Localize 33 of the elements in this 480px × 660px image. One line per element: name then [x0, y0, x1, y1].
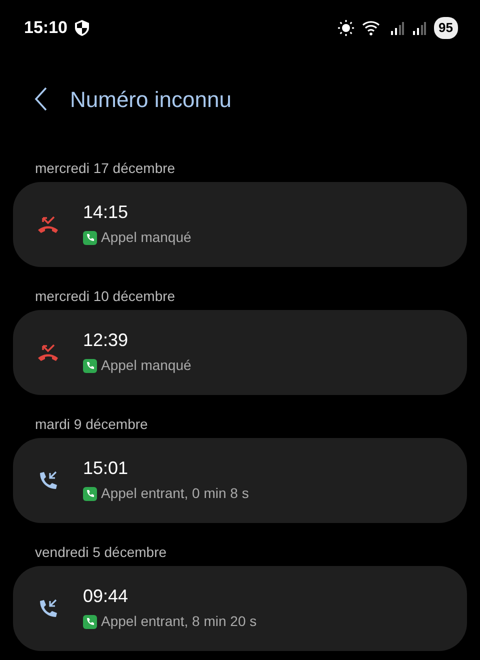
- call-detail: Appel entrant, 0 min 8 s: [101, 484, 249, 503]
- incoming-call-icon: [37, 470, 59, 492]
- shield-icon: [75, 20, 90, 36]
- call-card[interactable]: 12:39 Appel manqué: [13, 310, 467, 395]
- call-time: 14:15: [83, 201, 130, 223]
- missed-call-icon: [37, 214, 59, 234]
- phone-app-icon: [83, 614, 97, 628]
- battery-level: 95: [434, 17, 458, 39]
- date-header: mercredi 17 décembre: [34, 159, 176, 178]
- phone-app-icon: [83, 486, 97, 500]
- date-header: vendredi 5 décembre: [34, 543, 168, 562]
- signal-icon: [390, 21, 404, 35]
- back-icon: [34, 86, 48, 111]
- call-card[interactable]: 15:01 Appel entrant, 0 min 8 s: [13, 438, 467, 523]
- call-detail: Appel manqué: [101, 228, 192, 247]
- signal-icon: [412, 21, 426, 35]
- call-time: 15:01: [83, 457, 130, 479]
- date-header: mardi 9 décembre: [34, 415, 149, 434]
- call-card[interactable]: 09:44 Appel entrant, 8 min 20 s: [13, 566, 467, 651]
- call-time: 12:39: [83, 329, 130, 351]
- phone-app-icon: [83, 230, 97, 244]
- brightness-icon: [338, 20, 354, 36]
- call-detail: Appel manqué: [101, 356, 192, 375]
- call-time: 09:44: [83, 585, 130, 607]
- date-header: mercredi 10 décembre: [34, 287, 176, 306]
- call-detail: Appel entrant, 8 min 20 s: [101, 612, 257, 631]
- phone-app-icon: [83, 358, 97, 372]
- missed-call-icon: [37, 342, 59, 362]
- page-title: Numéro inconnu: [70, 86, 232, 114]
- incoming-call-icon: [37, 598, 59, 620]
- wifi-icon: [362, 20, 382, 36]
- call-card[interactable]: 14:15 Appel manqué: [13, 182, 467, 267]
- status-time: 15:10: [24, 17, 68, 40]
